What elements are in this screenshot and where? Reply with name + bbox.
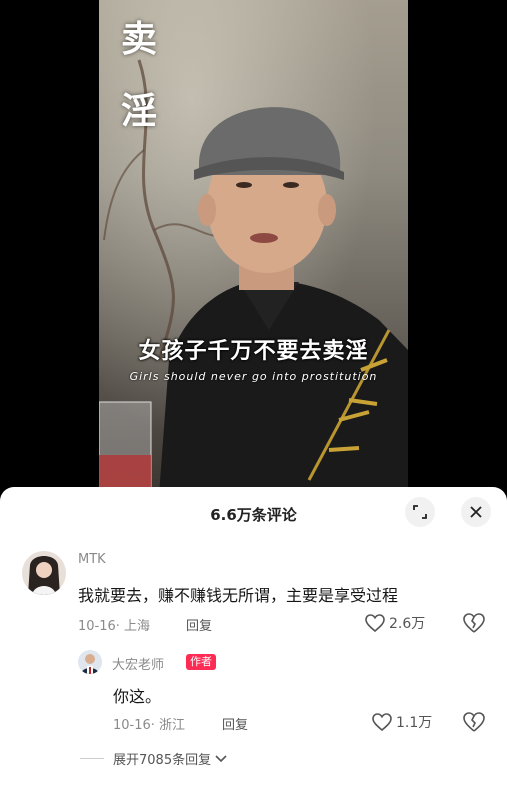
close-icon — [470, 506, 482, 518]
dislike-button[interactable] — [463, 613, 485, 637]
user-avatar-image — [28, 556, 60, 595]
broken-heart-icon — [463, 613, 485, 633]
side-title-char-1: 卖 — [121, 18, 158, 60]
reply-reply-button[interactable]: 回复 — [222, 714, 248, 733]
broken-heart-icon — [463, 712, 485, 732]
reply-date-location: 10-16· 浙江 — [113, 718, 186, 733]
comments-sheet: 6.6万条评论 MTK 我就要去，赚不赚钱无所谓，主要是享受过程 10-16· … — [0, 487, 507, 800]
divider-line — [80, 758, 104, 759]
expand-button[interactable] — [405, 497, 435, 527]
author-badge: 作者 — [186, 654, 216, 670]
comment-username[interactable]: MTK — [78, 552, 106, 567]
reply-like-button[interactable]: 1.1万 — [372, 712, 432, 732]
heart-icon — [365, 614, 385, 632]
author-avatar[interactable] — [78, 650, 102, 674]
like-button[interactable]: 2.6万 — [365, 613, 425, 633]
comment-date-location: 10-16· 上海 — [78, 619, 151, 634]
reply-username[interactable]: 大宏老师 — [112, 654, 164, 673]
chevron-down-icon — [215, 754, 227, 762]
avatar[interactable] — [22, 551, 66, 595]
expand-replies-label: 展开7085条回复 — [113, 753, 212, 768]
comment-text: 我就要去，赚不赚钱无所谓，主要是享受过程 — [78, 586, 399, 605]
video-player[interactable]: 卖 淫 女孩子千万不要去卖淫 Girls should never go int… — [0, 0, 507, 495]
expand-icon — [413, 505, 427, 519]
side-title-char-2: 淫 — [121, 90, 158, 132]
reply-like-count: 1.1万 — [396, 715, 433, 731]
presenter-figure — [99, 107, 408, 495]
subtitle-english: Girls should never go into prostitution — [129, 370, 378, 383]
reply-dislike-button[interactable] — [463, 712, 485, 736]
expand-replies-button[interactable]: 展开7085条回复 — [113, 749, 227, 768]
close-button[interactable] — [461, 497, 491, 527]
subtitle-chinese: 女孩子千万不要去卖淫 — [138, 339, 369, 364]
reply-text: 你这。 — [113, 687, 162, 706]
author-avatar-image — [81, 654, 99, 674]
video-frame: 卖 淫 女孩子千万不要去卖淫 Girls should never go int… — [99, 0, 408, 495]
like-count: 2.6万 — [389, 616, 426, 632]
reply-button[interactable]: 回复 — [186, 615, 212, 634]
heart-icon — [372, 713, 392, 731]
